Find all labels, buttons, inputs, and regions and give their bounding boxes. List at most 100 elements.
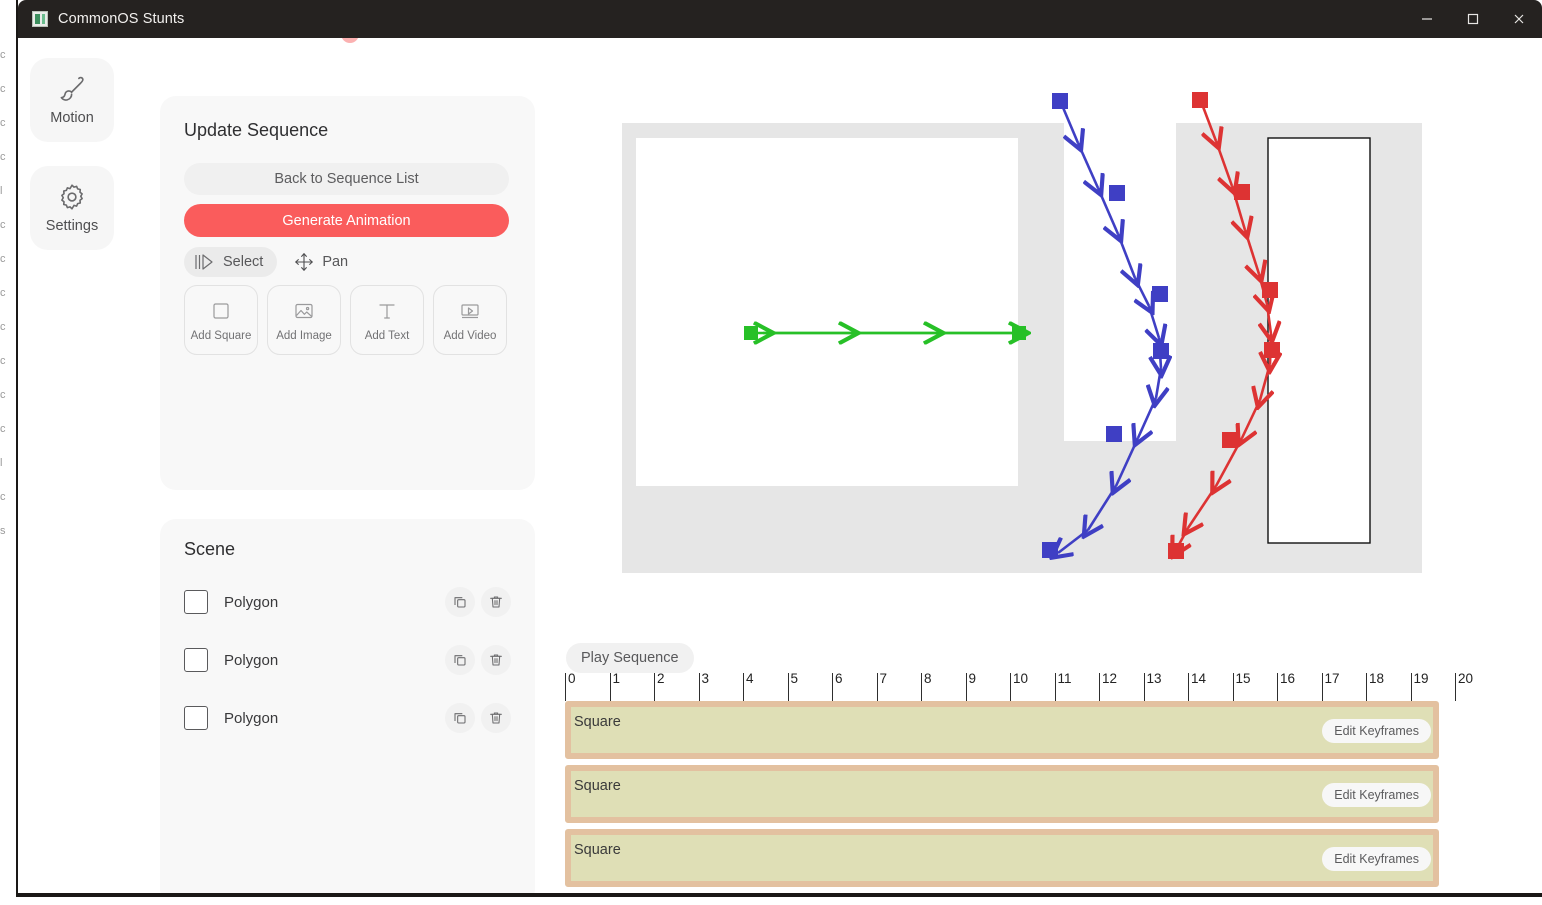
- ruler-tick-label: 2: [657, 671, 665, 686]
- keyframe-marker: [1052, 93, 1068, 109]
- ruler-tick-label: 4: [746, 671, 754, 686]
- brush-icon: [57, 74, 87, 104]
- add-video-button[interactable]: Add Video: [433, 285, 507, 355]
- app-root: cccclcc ccccclc s CommonOS Stunts Motion…: [0, 0, 1542, 905]
- window-bottom-edge: [18, 893, 1542, 897]
- add-image-label: Add Image: [276, 329, 332, 342]
- close-icon[interactable]: [1496, 0, 1542, 38]
- keyframe-marker: [1192, 92, 1208, 108]
- scene-title: Scene: [184, 539, 236, 559]
- keyframe-marker: [1234, 184, 1250, 200]
- trash-icon[interactable]: [481, 703, 511, 733]
- ruler-tick-label: 14: [1191, 671, 1207, 686]
- left-rail: Motion Settings: [30, 58, 130, 274]
- copy-icon[interactable]: [445, 645, 475, 675]
- keyframe-marker: [1012, 326, 1026, 340]
- timeline-track[interactable]: Square Edit Keyframes: [565, 765, 1439, 823]
- tool-mode-row: Select Pan: [184, 247, 511, 277]
- timeline-tracks: Square Edit Keyframes Square Edit Keyfra…: [565, 701, 1439, 893]
- trash-icon[interactable]: [481, 587, 511, 617]
- ruler-tick-label: 10: [1013, 671, 1029, 686]
- keyframe-marker: [1152, 286, 1168, 302]
- timeline-ruler[interactable]: 0 1 2 3 4 5 6 7 8 9 10 11 12 13 14 15 16 17 18 19 20: [565, 671, 1473, 701]
- app-logo-icon: [32, 11, 48, 27]
- four-arrows-icon: [293, 251, 315, 273]
- hidden-accent-circle: [341, 38, 359, 43]
- polygon-left: [636, 138, 1018, 486]
- canvas-svg: [622, 92, 1422, 573]
- tool-select[interactable]: Select: [184, 247, 278, 277]
- keyframe-marker: [1222, 432, 1238, 448]
- trash-icon[interactable]: [481, 645, 511, 675]
- ruler-tick-label: 12: [1102, 671, 1118, 686]
- track-label: Square: [574, 714, 621, 730]
- add-image-button[interactable]: Add Image: [267, 285, 341, 355]
- list-item[interactable]: Polygon: [184, 640, 511, 680]
- ruler-tick-label: 7: [879, 671, 888, 686]
- minimize-icon[interactable]: [1404, 0, 1450, 38]
- play-sequence-button[interactable]: Play Sequence: [566, 643, 694, 673]
- window-body: Motion Settings Update Sequence Back to …: [18, 38, 1542, 893]
- edit-keyframes-button[interactable]: Edit Keyframes: [1322, 783, 1431, 807]
- sidebar-item-label: Settings: [45, 218, 99, 234]
- ruler-tick-label: 9: [968, 671, 977, 686]
- sidebar-item-motion[interactable]: Motion: [30, 58, 114, 142]
- polygon-right-selected: [1267, 137, 1371, 544]
- copy-icon[interactable]: [445, 703, 475, 733]
- tool-select-label: Select: [223, 254, 264, 270]
- scene-object-list: Polygon Polygon Polygon: [184, 582, 511, 738]
- add-object-row: Add Square Add Image Add Text Add Video: [184, 285, 511, 355]
- tool-pan-label: Pan: [322, 254, 349, 270]
- background-ghost-text: cccclcc ccccclc s: [0, 49, 6, 537]
- scene-item-actions: [445, 645, 511, 675]
- image-icon: [292, 299, 316, 323]
- copy-icon[interactable]: [445, 587, 475, 617]
- scene-item-checkbox[interactable]: [184, 648, 208, 672]
- keyframe-marker: [1262, 282, 1278, 298]
- gear-icon: [57, 182, 87, 212]
- edit-keyframes-button[interactable]: Edit Keyframes: [1322, 847, 1431, 871]
- tool-pan[interactable]: Pan: [283, 247, 362, 277]
- square-icon: [209, 299, 233, 323]
- titlebar-left: CommonOS Stunts: [18, 11, 184, 27]
- ruler-tick-label: 3: [701, 671, 710, 686]
- timeline-panel: Play Sequence 0 1 2 3 4 5 6 7 8 9 10 11 12 13 14 15 16 17…: [548, 598, 1542, 893]
- list-item[interactable]: Polygon: [184, 582, 511, 622]
- scene-item-checkbox[interactable]: [184, 590, 208, 614]
- keyframe-marker: [744, 326, 758, 340]
- ruler-tick-label: 11: [1057, 671, 1072, 686]
- sidebar-item-label: Motion: [50, 110, 94, 126]
- track-label: Square: [574, 842, 621, 858]
- ruler-tick-label: 1: [612, 671, 621, 686]
- list-item[interactable]: Polygon: [184, 698, 511, 738]
- add-text-button[interactable]: Add Text: [350, 285, 424, 355]
- animation-canvas[interactable]: [548, 38, 1542, 598]
- add-square-button[interactable]: Add Square: [184, 285, 258, 355]
- ruler-tick-label: 6: [835, 671, 843, 686]
- keyframe-marker: [1109, 185, 1125, 201]
- timeline-track[interactable]: Square Edit Keyframes: [565, 829, 1439, 887]
- keyframe-marker: [1168, 543, 1184, 559]
- keyframe-marker: [1153, 343, 1169, 359]
- video-icon: [458, 299, 482, 323]
- generate-animation-button[interactable]: Generate Animation: [184, 204, 509, 237]
- keyframe-marker: [1264, 342, 1280, 358]
- window-controls: [1404, 0, 1542, 38]
- track-label: Square: [574, 778, 621, 794]
- sidebar-item-settings[interactable]: Settings: [30, 166, 114, 250]
- ruler-tick-label: 19: [1413, 671, 1429, 686]
- maximize-icon[interactable]: [1450, 0, 1496, 38]
- keyframe-marker: [1042, 542, 1058, 558]
- timeline-track[interactable]: Square Edit Keyframes: [565, 701, 1439, 759]
- ruler-tick-label: 16: [1280, 671, 1296, 686]
- edit-keyframes-button[interactable]: Edit Keyframes: [1322, 719, 1431, 743]
- ruler-tick-label: 20: [1458, 671, 1474, 686]
- ruler-tick-label: 5: [790, 671, 799, 686]
- window-title: CommonOS Stunts: [58, 11, 185, 27]
- add-video-label: Add Video: [443, 329, 497, 342]
- scene-item-checkbox[interactable]: [184, 706, 208, 730]
- back-to-sequence-list-button[interactable]: Back to Sequence List: [184, 163, 509, 195]
- polygon-middle: [1064, 123, 1176, 441]
- update-sequence-panel: Update Sequence Back to Sequence List Ge…: [160, 96, 535, 490]
- ruler-tick-label: 13: [1146, 671, 1162, 686]
